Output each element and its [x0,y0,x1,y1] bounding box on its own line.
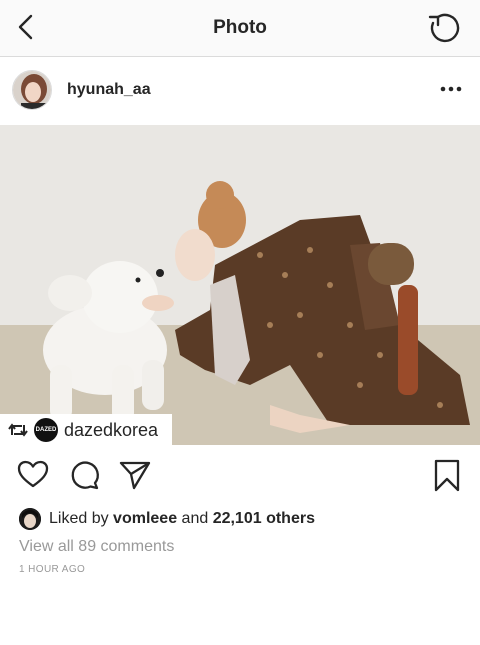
post-header: hyunah_aa [0,57,480,125]
top-bar: Photo [0,0,480,57]
post-photo[interactable] [0,125,480,445]
tag-handle[interactable]: dazedkorea [64,420,158,441]
refresh-icon[interactable] [426,10,462,46]
post-timestamp: 1 HOUR AGO [19,564,86,575]
page-title: Photo [213,17,267,38]
likes-prefix: Liked by [49,510,114,527]
repost-icon [8,423,28,437]
avatar[interactable] [12,70,52,110]
likes-row: Liked by vomleee and 22,101 others [19,508,315,530]
likes-others[interactable]: 22,101 others [213,510,315,527]
more-icon[interactable] [440,79,462,99]
bookmark-icon[interactable] [433,459,461,493]
action-bar [0,455,480,499]
photo-tag[interactable]: DAZED dazedkorea [0,414,173,446]
dazed-logo: DAZED [34,418,58,442]
likes-and: and [177,510,213,527]
post-username[interactable]: hyunah_aa [67,81,151,99]
liked-by-user[interactable]: vomleee [113,510,177,527]
comment-icon[interactable] [69,459,101,491]
view-comments-link[interactable]: View all 89 comments [19,538,174,556]
likes-text: Liked by vomleee and 22,101 others [49,510,315,528]
liker-avatar[interactable] [19,508,41,530]
share-icon[interactable] [118,459,152,491]
heart-icon[interactable] [17,459,49,489]
